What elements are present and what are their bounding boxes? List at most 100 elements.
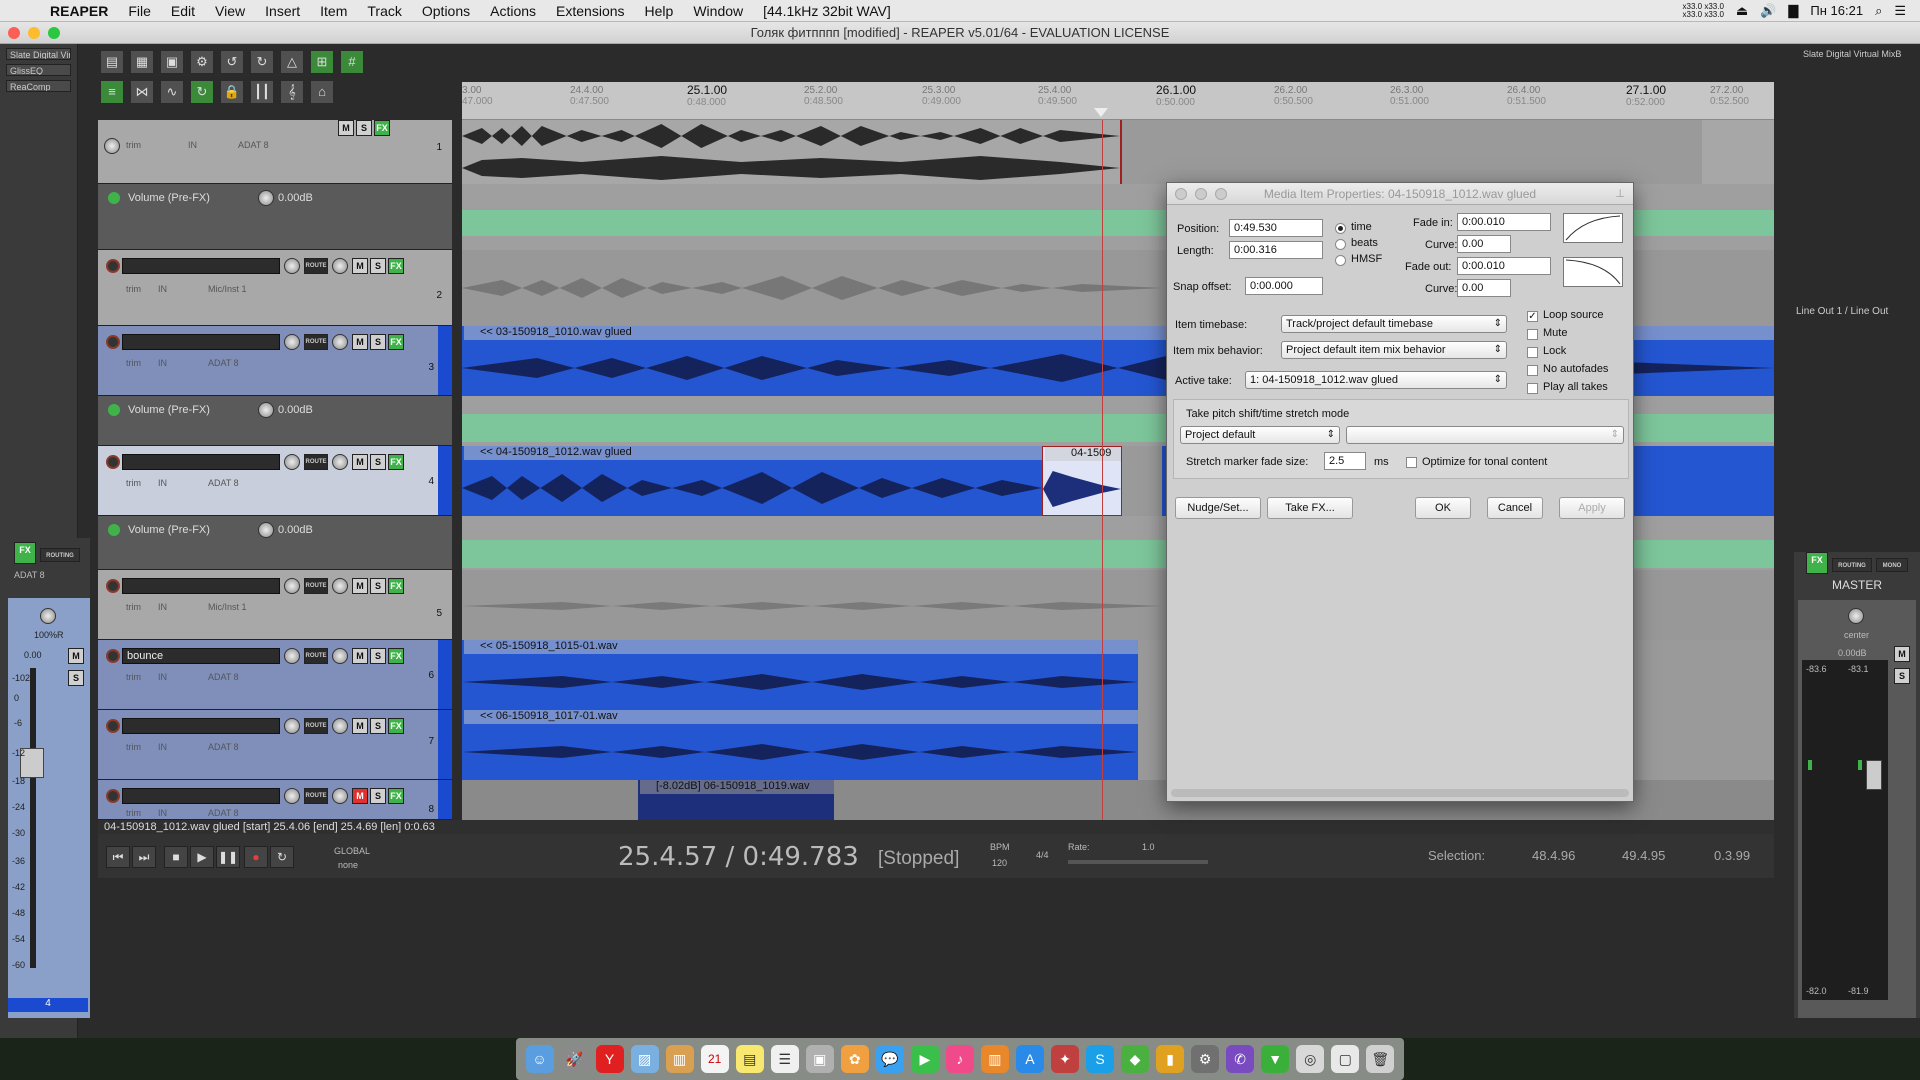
repeat-icon[interactable]: ↻ xyxy=(270,846,294,868)
input-label[interactable]: IN xyxy=(158,672,167,682)
photo-booth-icon[interactable]: ▣ xyxy=(805,1045,834,1073)
snap-icon[interactable]: ⊞ xyxy=(310,50,334,74)
envelope-active-icon[interactable] xyxy=(108,404,120,416)
pan-knob[interactable] xyxy=(40,608,56,624)
bpm-value[interactable]: 120 xyxy=(992,858,1007,868)
fadein-shape-button[interactable] xyxy=(1563,213,1623,243)
ok-button[interactable]: OK xyxy=(1415,497,1471,519)
selection-end[interactable]: 49.4.95 xyxy=(1622,848,1665,863)
take-fx-button[interactable]: Take FX... xyxy=(1267,497,1353,519)
pin-icon[interactable]: ⊥ xyxy=(1615,187,1625,200)
solo-button[interactable]: S xyxy=(370,578,386,594)
calendar-icon[interactable]: 21 xyxy=(700,1045,729,1073)
mono-button[interactable]: MONO xyxy=(1876,558,1908,572)
solo-button[interactable]: S xyxy=(356,120,372,136)
record-arm-button[interactable] xyxy=(106,789,120,803)
reaper-icon[interactable]: ◎ xyxy=(1296,1045,1325,1073)
go-start-icon[interactable]: ⏮ xyxy=(106,846,130,868)
time-radio[interactable] xyxy=(1335,223,1346,234)
fadeout-curve-input[interactable]: 0.00 xyxy=(1457,279,1511,297)
snap-input[interactable]: 0:00.000 xyxy=(1245,277,1323,295)
pan-knob[interactable] xyxy=(332,454,348,470)
envelope-lane-3[interactable]: Volume (Pre-FX) 0.00dB xyxy=(98,396,452,446)
home-icon[interactable]: ⌂ xyxy=(310,80,334,104)
route-button[interactable]: ROUTE xyxy=(304,718,328,734)
time-signature[interactable]: 4/4 xyxy=(1036,850,1049,860)
record-icon[interactable]: ● xyxy=(244,846,268,868)
volume-fader[interactable] xyxy=(1866,760,1882,790)
solo-button[interactable]: S xyxy=(370,648,386,664)
redo-icon[interactable]: ↻ xyxy=(250,50,274,74)
fx-button[interactable]: FX xyxy=(388,718,404,734)
pause-icon[interactable]: ❚❚ xyxy=(216,846,240,868)
save-project-icon[interactable]: ▣ xyxy=(160,50,184,74)
play-all-takes-checkbox[interactable] xyxy=(1527,383,1538,394)
menu-item[interactable]: Item xyxy=(310,3,357,19)
new-project-icon[interactable]: ▤ xyxy=(100,50,124,74)
input-label[interactable]: IN xyxy=(158,602,167,612)
routing-button[interactable]: ROUTING xyxy=(1832,558,1872,572)
volume-knob[interactable] xyxy=(284,648,300,664)
fx-button[interactable]: FX xyxy=(388,788,404,804)
playhead-marker[interactable] xyxy=(1094,108,1108,117)
ibooks-icon[interactable]: ▥ xyxy=(980,1045,1009,1073)
optimize-checkbox[interactable] xyxy=(1406,457,1417,468)
pan-knob[interactable] xyxy=(332,258,348,274)
rate-slider[interactable] xyxy=(1068,860,1208,864)
stop-icon[interactable]: ■ xyxy=(164,846,188,868)
solo-button[interactable]: S xyxy=(1894,668,1910,684)
fx-button[interactable]: FX xyxy=(14,542,36,564)
track-2[interactable]: ROUTE M S FX trim IN Mic/Inst 1 2 xyxy=(98,250,452,326)
trash-icon[interactable]: 🗑 xyxy=(1366,1045,1395,1073)
solo-button[interactable]: S xyxy=(370,454,386,470)
menu-view[interactable]: View xyxy=(205,3,255,19)
route-button[interactable]: ROUTE xyxy=(304,648,328,664)
photos-icon[interactable]: ✿ xyxy=(840,1045,869,1073)
menu-edit[interactable]: Edit xyxy=(161,3,205,19)
mute-button[interactable]: M xyxy=(1894,646,1910,662)
pan-knob[interactable] xyxy=(332,648,348,664)
record-arm-button[interactable] xyxy=(106,579,120,593)
fx-slot[interactable]: GlissEQ xyxy=(6,64,71,76)
minimize-window-button[interactable] xyxy=(28,27,40,39)
eject-icon[interactable]: ⏏ xyxy=(1736,3,1748,19)
selection-start[interactable]: 48.4.96 xyxy=(1532,848,1575,863)
fx-button[interactable]: FX xyxy=(388,578,404,594)
loop-icon[interactable]: ↻ xyxy=(190,80,214,104)
input-label[interactable]: ADAT 8 xyxy=(14,570,45,580)
route-button[interactable]: ROUTE xyxy=(304,578,328,594)
track-8[interactable]: ROUTE M S FX trim IN ADAT 8 8 xyxy=(98,780,452,820)
route-button[interactable]: ROUTE xyxy=(304,454,328,470)
viber-icon[interactable]: ✆ xyxy=(1226,1045,1255,1073)
volume-knob[interactable] xyxy=(284,718,300,734)
envelope-active-icon[interactable] xyxy=(108,524,120,536)
media-item[interactable]: << 05-150918_1015-01.wav xyxy=(462,640,1138,710)
input-select[interactable]: ADAT 8 xyxy=(208,742,239,752)
mute-button[interactable]: M xyxy=(352,454,368,470)
zoom-dialog-button[interactable] xyxy=(1215,188,1227,200)
volume-knob[interactable] xyxy=(284,578,300,594)
pan-knob[interactable] xyxy=(332,718,348,734)
yandex-icon[interactable]: Y xyxy=(595,1045,624,1073)
launchpad-icon[interactable]: 🚀 xyxy=(560,1045,589,1073)
grid-icon[interactable]: # xyxy=(340,50,364,74)
mixer-icon[interactable]: ┃┃ xyxy=(250,80,274,104)
solo-button[interactable]: S xyxy=(370,334,386,350)
track-1[interactable]: trim IN ADAT 8 1 M S FX xyxy=(98,120,452,184)
contacts-icon[interactable]: ▥ xyxy=(665,1045,694,1073)
length-input[interactable]: 0:00.316 xyxy=(1229,241,1323,259)
envelope-active-icon[interactable] xyxy=(108,192,120,204)
input-label[interactable]: IN xyxy=(158,808,167,818)
volume-knob[interactable] xyxy=(284,258,300,274)
fx-slot[interactable]: Slate Digital Virtual MixB xyxy=(1800,48,1914,60)
mute-button[interactable]: M xyxy=(352,648,368,664)
media-item[interactable] xyxy=(462,120,1122,184)
fade-size-input[interactable]: 2.5 xyxy=(1324,452,1366,470)
project-settings-icon[interactable]: ⚙ xyxy=(190,50,214,74)
fx-button[interactable]: FX xyxy=(374,120,390,136)
mute-button[interactable]: M xyxy=(352,334,368,350)
metronome-icon[interactable]: △ xyxy=(280,50,304,74)
track-name[interactable]: bounce xyxy=(122,648,280,664)
notes-icon[interactable]: ▤ xyxy=(735,1045,764,1073)
record-arm-button[interactable] xyxy=(106,335,120,349)
